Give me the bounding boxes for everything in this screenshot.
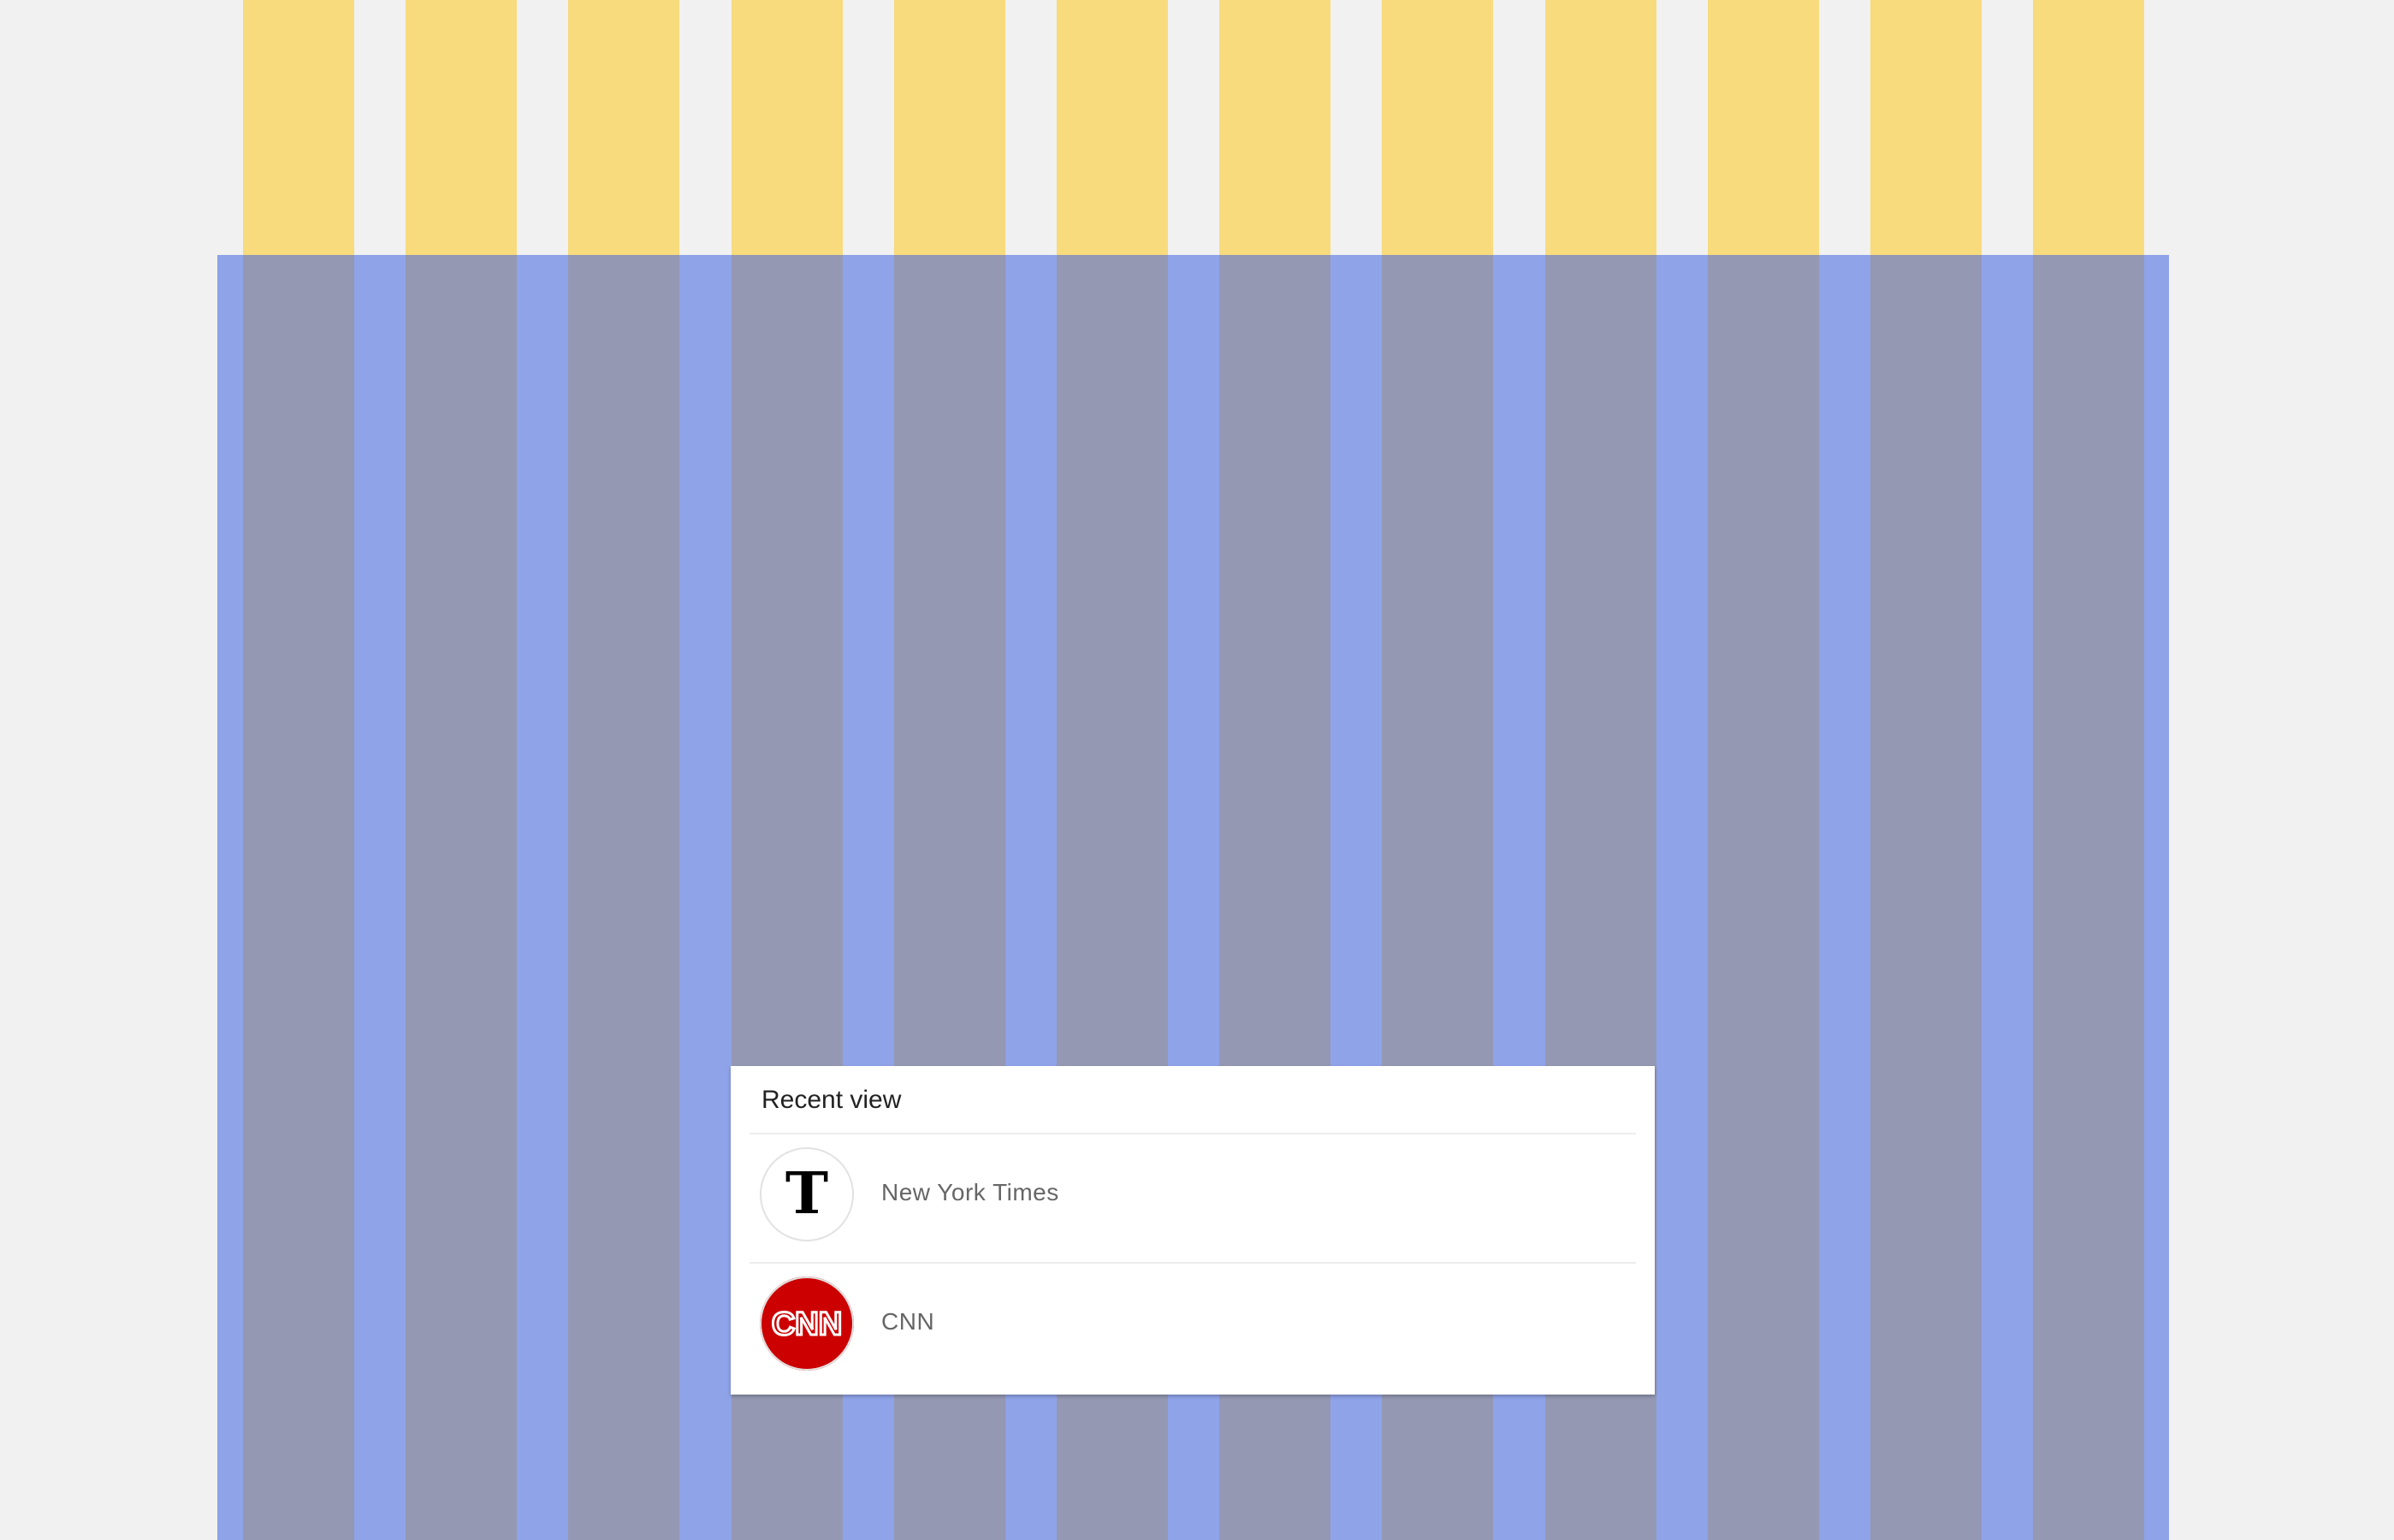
list-item-cnn[interactable]: CNN CNN bbox=[731, 1262, 1655, 1390]
grid-column-top bbox=[1870, 0, 1982, 255]
grid-column bbox=[568, 255, 679, 1540]
grid-column-top bbox=[1708, 0, 1819, 255]
svg-text:T: T bbox=[785, 1159, 828, 1227]
list-item-label: CNN bbox=[881, 1308, 935, 1335]
card-title: Recent view bbox=[761, 1086, 902, 1114]
grid-column bbox=[406, 255, 517, 1540]
grid-column-top bbox=[568, 0, 679, 255]
recent-view-card: Recent view T New York Times CNN CNN bbox=[731, 1066, 1655, 1395]
grid-column-top bbox=[243, 0, 354, 255]
cnn-logo-icon: CNN bbox=[760, 1276, 854, 1371]
grid-column bbox=[1708, 255, 1819, 1540]
grid-column-top bbox=[406, 0, 517, 255]
grid-column bbox=[2033, 255, 2144, 1540]
grid-column-top bbox=[1382, 0, 1493, 255]
grid-column bbox=[243, 255, 354, 1540]
grid-column-top bbox=[2033, 0, 2144, 255]
grid-column-top bbox=[1219, 0, 1330, 255]
grid-column-top bbox=[732, 0, 843, 255]
list-item-new-york-times[interactable]: T New York Times bbox=[731, 1133, 1655, 1261]
grid-column-top bbox=[1545, 0, 1656, 255]
svg-text:CNN: CNN bbox=[772, 1306, 842, 1342]
grid-column-top bbox=[1057, 0, 1168, 255]
grid-column bbox=[1870, 255, 1982, 1540]
nyt-logo-icon: T bbox=[760, 1147, 854, 1241]
list-item-label: New York Times bbox=[881, 1179, 1059, 1205]
grid-column-top bbox=[894, 0, 1005, 255]
